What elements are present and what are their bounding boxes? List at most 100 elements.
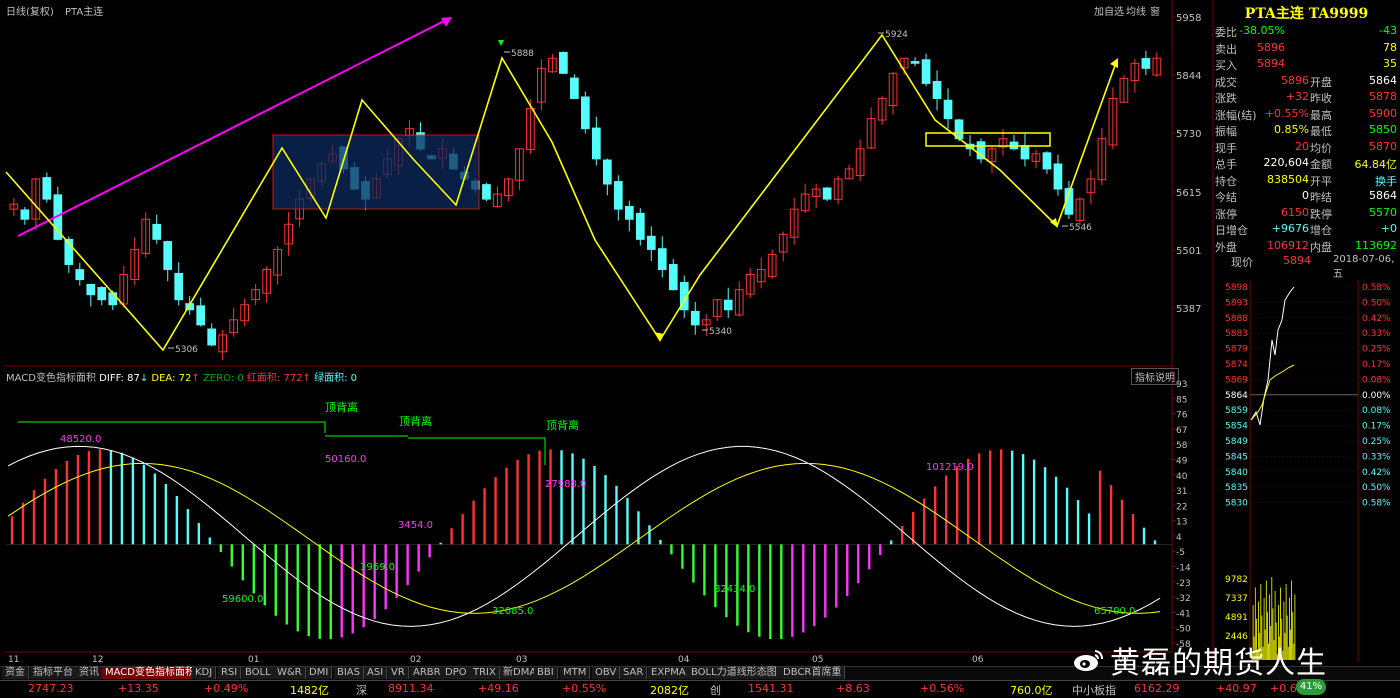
swing-low-label: 5546 bbox=[1069, 223, 1092, 233]
chart-header: 日线(复权) PTA主连 bbox=[6, 3, 111, 18]
indicator-tab[interactable]: 资讯 bbox=[76, 667, 103, 679]
candle-body bbox=[646, 235, 656, 250]
indicator-explain-button[interactable]: 指标说明 bbox=[1131, 368, 1179, 385]
quote-label: 总手 bbox=[1215, 158, 1237, 171]
macd-axis-label: -32 bbox=[1176, 594, 1191, 604]
x-axis-label: 03 bbox=[516, 655, 527, 665]
macd-area-label: 3454.0 bbox=[398, 520, 433, 531]
candle-body bbox=[657, 248, 667, 271]
macd-diff: DIFF: 87 bbox=[99, 373, 140, 384]
macd-area-label: 101219.0 bbox=[926, 462, 974, 473]
candle-body bbox=[196, 305, 206, 326]
candle-body bbox=[723, 299, 733, 311]
quote-label: 外盘 bbox=[1215, 240, 1237, 254]
candle-body bbox=[163, 241, 173, 271]
add-watchlist-button[interactable]: 加自选 bbox=[1094, 3, 1124, 18]
quote-value: 0.85% bbox=[1274, 123, 1309, 136]
indicator-tab[interactable]: 指标平台 bbox=[30, 667, 77, 679]
quote-label: 最高 bbox=[1310, 108, 1332, 122]
main-axis-label: 5844 bbox=[1176, 71, 1201, 82]
candle-body bbox=[581, 96, 590, 130]
intraday-vol-tick: 7337 bbox=[1225, 594, 1248, 604]
candle-body bbox=[921, 59, 931, 84]
quote-row: 日增仓 +9676 增仓 +0 bbox=[1215, 222, 1397, 237]
indicator-tab[interactable]: ASI bbox=[364, 667, 388, 679]
macd-axis-label: 13 bbox=[1176, 518, 1187, 528]
indicator-tab[interactable]: BBI bbox=[534, 667, 558, 679]
quote-label: 今结 bbox=[1215, 191, 1237, 204]
indicator-tab[interactable]: DBCR首席重 bbox=[780, 667, 846, 679]
x-axis-label: 05 bbox=[812, 655, 823, 665]
quote-value: 5864 bbox=[1369, 189, 1397, 202]
quote-value: +9676 bbox=[1271, 222, 1309, 235]
period-label[interactable]: 日线(复权) bbox=[6, 7, 54, 18]
candle-body bbox=[42, 177, 52, 200]
indicator-tab[interactable]: MACD变色指标面积 bbox=[102, 667, 199, 679]
indicator-tab[interactable]: DPO bbox=[442, 667, 471, 679]
quote-value: 220,604 bbox=[1263, 156, 1310, 169]
candle-body bbox=[624, 205, 634, 220]
quote-row: 涨幅(结) +0.55% 最高 5900 bbox=[1215, 107, 1397, 122]
indicator-tab[interactable]: SAR bbox=[620, 667, 648, 679]
macd-axis-label: 49 bbox=[1176, 456, 1188, 466]
indicator-tab[interactable]: KDJ bbox=[192, 667, 217, 679]
macd-area-label: 59600.0 bbox=[222, 594, 263, 605]
quote-label: 成交 bbox=[1215, 75, 1237, 89]
macd-area-label: 3969.0 bbox=[360, 562, 395, 573]
status-value: 深 bbox=[356, 684, 367, 697]
status-value: +0.56% bbox=[920, 682, 965, 695]
quote-value: 20 bbox=[1295, 139, 1309, 153]
quote-label: 现手 bbox=[1215, 141, 1237, 155]
indicator-tab[interactable]: 资金 bbox=[2, 667, 29, 679]
candle-body bbox=[75, 269, 85, 281]
macd-axis-label: 67 bbox=[1176, 426, 1187, 436]
quote-label: 开平 bbox=[1310, 174, 1332, 188]
macd-axis-label: -23 bbox=[1176, 579, 1191, 589]
indicator-tab[interactable]: W&R bbox=[274, 667, 306, 679]
indicator-tab[interactable]: MTM bbox=[560, 667, 591, 679]
candle-body bbox=[174, 272, 184, 301]
quote-title: PTA主连 TA9999 bbox=[1244, 6, 1369, 22]
quote-row: 成交 5896 开盘 5864 bbox=[1215, 74, 1397, 89]
quote-value: 6150 bbox=[1281, 205, 1309, 219]
status-value: 760.0亿 bbox=[1010, 684, 1053, 697]
indicator-tab[interactable]: VR bbox=[388, 667, 409, 679]
indicator-tab[interactable]: TRIX bbox=[470, 667, 500, 679]
moving-average-button[interactable]: 均线 bbox=[1126, 3, 1146, 18]
indicator-tab[interactable]: EXPMA bbox=[648, 667, 690, 679]
indicator-tab[interactable]: BIAS bbox=[334, 667, 364, 679]
status-value: 2082亿 bbox=[650, 684, 689, 697]
status-value: 8911.34 bbox=[388, 682, 434, 695]
candle-body bbox=[152, 223, 162, 240]
divergence-line bbox=[408, 437, 546, 465]
candle-body bbox=[822, 187, 832, 200]
quote-label: 昨结 bbox=[1310, 191, 1332, 204]
indicator-tab[interactable]: BOLL力道线形态图 bbox=[688, 667, 781, 679]
macd-area-label: 65700.0 bbox=[1094, 606, 1135, 617]
indicator-tab[interactable]: OBV bbox=[592, 667, 621, 679]
macd-title[interactable]: MACD变色指标面积 bbox=[6, 373, 96, 384]
index-status-bar: 2747.23 +13.35 +0.49% 1482亿 深 8911.34 +49.16 +0… bbox=[0, 680, 1400, 697]
indicator-tab[interactable]: RSI bbox=[218, 667, 242, 679]
macd-axis-label: 58 bbox=[1176, 441, 1188, 451]
main-axis-label: 5730 bbox=[1176, 129, 1201, 140]
weibo-icon bbox=[1074, 650, 1103, 671]
indicator-tab[interactable]: BOLL bbox=[242, 667, 275, 679]
window-button[interactable]: 窗 bbox=[1150, 3, 1160, 18]
swing-zigzag bbox=[5, 33, 1118, 352]
quote-value: 106912 bbox=[1267, 238, 1309, 252]
status-value: +13.35 bbox=[118, 682, 159, 695]
macd-area-label: 48520.0 bbox=[60, 434, 101, 445]
quote-value: 113692 bbox=[1355, 238, 1397, 252]
candle-body bbox=[635, 212, 645, 240]
high-marker bbox=[498, 40, 504, 46]
candle-body bbox=[20, 209, 30, 220]
quote-label: 日增仓 bbox=[1215, 224, 1248, 237]
divergence-label: 顶背离 bbox=[325, 400, 358, 414]
main-axis-label: 5387 bbox=[1176, 304, 1201, 315]
quote-label: 委比 bbox=[1215, 26, 1237, 39]
indicator-tab[interactable]: DMI bbox=[306, 667, 333, 679]
indicator-tab[interactable]: ARBR bbox=[410, 667, 445, 679]
status-value: 2747.23 bbox=[28, 682, 74, 695]
status-value: +8.63 bbox=[836, 682, 870, 695]
